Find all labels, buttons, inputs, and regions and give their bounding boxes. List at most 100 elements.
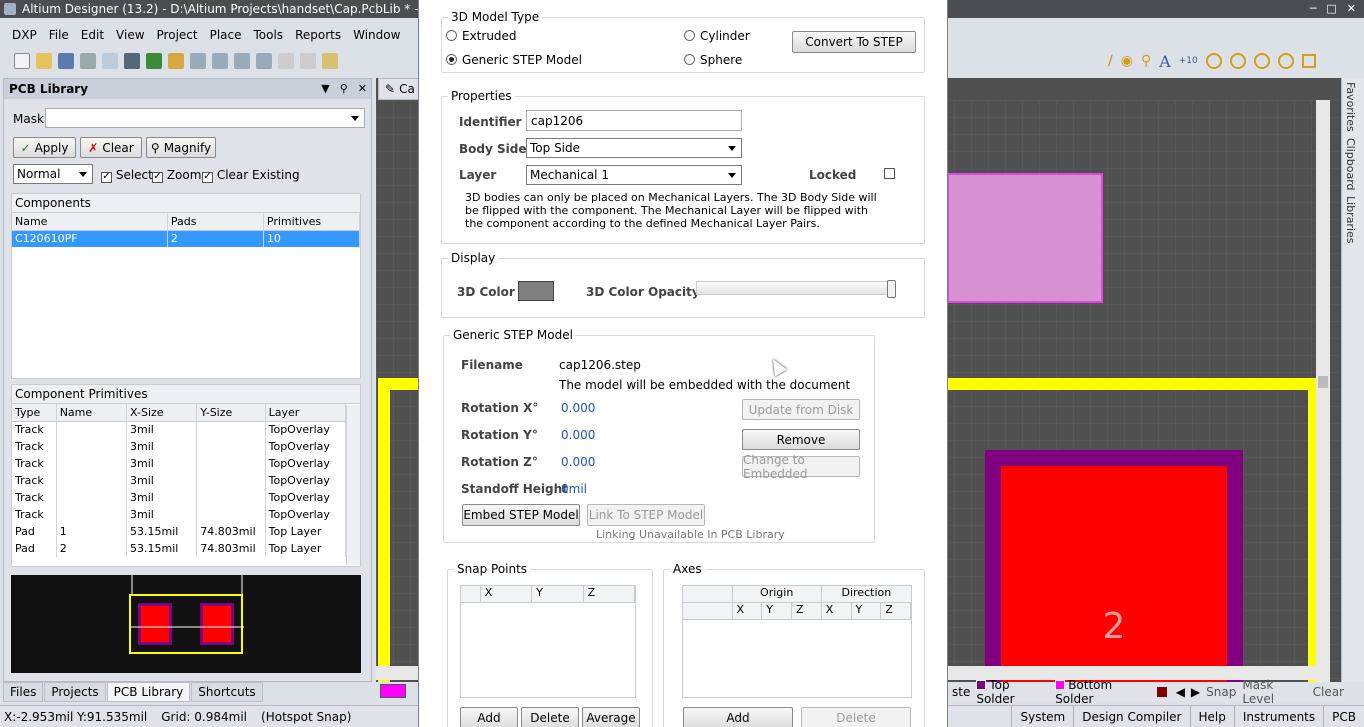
cylinder-radio[interactable]: Cylinder [684, 29, 750, 43]
extruded-radio-dot[interactable] [446, 30, 457, 41]
component-column-name[interactable]: Name [12, 213, 168, 231]
axes-add-button[interactable]: Add [683, 707, 793, 727]
scroll-left-icon[interactable]: ◀ [1176, 685, 1185, 699]
layer-tab-bottom-solder[interactable]: Bottom Solder [1055, 678, 1151, 706]
next-layer-swatch[interactable] [1157, 687, 1167, 697]
primitive-row[interactable]: Track 3mil TopOverlay [12, 472, 347, 489]
cylinder-radio-dot[interactable] [684, 30, 695, 41]
layer-tab-partial[interactable]: ste [952, 685, 970, 699]
status-tab-pcb[interactable]: PCB [1323, 706, 1364, 727]
close-icon[interactable]: ✕ [1347, 2, 1356, 15]
zoom-in-icon[interactable] [190, 53, 206, 69]
primitive-row[interactable]: Track 3mil TopOverlay [12, 489, 347, 506]
board-icon[interactable] [146, 53, 162, 69]
primitive-column-layer[interactable]: Layer [265, 404, 347, 422]
zoom-out-icon[interactable] [212, 53, 228, 69]
pad-icon[interactable]: ⚲ [1141, 53, 1151, 69]
generic-step-radio[interactable]: Generic STEP Model [446, 53, 582, 67]
primitive-column-y-size[interactable]: Y-Size [196, 404, 266, 422]
primitive-row[interactable]: Pad 2 53.15mil 74.803mil Top Layer [12, 540, 347, 557]
menu-view[interactable]: View [116, 28, 144, 42]
mask-level-button[interactable]: Mask Level [1242, 678, 1306, 706]
panel-tab-projects[interactable]: Projects [44, 682, 106, 702]
full-circle-icon[interactable] [1277, 53, 1294, 69]
favorites-tab[interactable]: Favorites [1344, 82, 1357, 132]
standoff-height-value[interactable]: 0mil [561, 482, 587, 496]
current-layer-swatch[interactable] [380, 684, 406, 698]
menu-window[interactable]: Window [353, 28, 400, 42]
layers-icon[interactable] [124, 53, 140, 69]
magnify-button[interactable]: ⚲ Magnify [146, 137, 216, 158]
primitive-row[interactable]: Track 3mil TopOverlay [12, 438, 347, 455]
arc-icon[interactable] [1205, 53, 1222, 69]
panel-menu-icon[interactable]: ▼ [321, 82, 329, 95]
opacity-slider-thumb[interactable] [887, 280, 896, 298]
3d-color-swatch[interactable] [518, 281, 554, 301]
rotation-z-value[interactable]: 0.000 [561, 455, 595, 469]
menu-dxp[interactable]: DXP [12, 28, 37, 42]
folder-icon[interactable] [168, 53, 184, 69]
component-column-primitives[interactable]: Primitives [263, 213, 361, 231]
coordinate-icon[interactable]: +10 [1179, 56, 1198, 66]
zoom-checkbox-wrap[interactable]: ✓ Zoom [152, 168, 201, 183]
primitive-row[interactable]: Track 3mil TopOverlay [12, 421, 347, 438]
convert-to-step-button[interactable]: Convert To STEP [792, 31, 916, 53]
scroll-right-icon[interactable]: ▶ [1191, 685, 1200, 699]
preview-icon[interactable] [102, 53, 118, 69]
zoom-area-icon[interactable] [256, 53, 272, 69]
identifier-input[interactable]: cap1206 [526, 110, 742, 131]
link-step-model-button[interactable]: Link To STEP Model [587, 504, 705, 526]
minimize-icon[interactable]: ─ [1310, 2, 1317, 15]
via-icon[interactable]: ◉ [1121, 53, 1133, 69]
status-tab-design-compiler[interactable]: Design Compiler [1073, 706, 1189, 727]
extruded-radio[interactable]: Extruded [446, 29, 517, 43]
menu-reports[interactable]: Reports [295, 28, 341, 42]
status-tab-help[interactable]: Help [1189, 706, 1234, 727]
panel-tab-pcb-library[interactable]: PCB Library [106, 682, 191, 702]
menu-edit[interactable]: Edit [81, 28, 104, 42]
sphere-radio[interactable]: Sphere [684, 53, 742, 67]
clear-mask-button[interactable]: Clear [1313, 685, 1344, 699]
body-side-select[interactable]: Top Side [526, 138, 742, 158]
status-tab-instruments[interactable]: Instruments [1233, 706, 1323, 727]
status-tab-system[interactable]: System [1011, 706, 1073, 727]
select-checkbox-wrap[interactable]: ✓ Select [101, 168, 153, 183]
clear-button[interactable]: ✗ Clear [80, 137, 142, 158]
filter-mode-select[interactable]: Normal [13, 164, 93, 184]
menu-tools[interactable]: Tools [254, 28, 284, 42]
libraries-tab[interactable]: Libraries [1344, 196, 1357, 244]
panel-close-icon[interactable]: ✕ [358, 82, 367, 95]
component-column-pads[interactable]: Pads [167, 213, 264, 231]
open-icon[interactable] [36, 53, 52, 69]
panel-tab-files[interactable]: Files [3, 682, 44, 702]
update-from-disk-button[interactable]: Update from Disk [742, 399, 860, 420]
menu-place[interactable]: Place [210, 28, 242, 42]
remove-button[interactable]: Remove [742, 429, 860, 450]
zoom-fit-icon[interactable] [234, 53, 250, 69]
snap-button[interactable]: Snap [1206, 685, 1236, 699]
arc-any-icon[interactable] [1253, 53, 1270, 69]
layer-select[interactable]: Mechanical 1 [526, 165, 742, 185]
locked-checkbox[interactable] [884, 168, 895, 179]
new-icon[interactable] [14, 53, 30, 69]
change-to-embedded-button[interactable]: Change to Embedded [742, 453, 860, 481]
primitive-column-x-size[interactable]: X-Size [126, 404, 198, 422]
layer-tab-top-solder[interactable]: Top Solder [976, 678, 1049, 706]
arc-edge-icon[interactable] [1229, 53, 1246, 69]
primitive-row[interactable]: Track 3mil TopOverlay [12, 506, 347, 523]
mask-input[interactable] [45, 108, 365, 128]
select-checkbox[interactable]: ✓ [101, 171, 112, 183]
save-icon[interactable] [58, 53, 74, 69]
clipboard-tab[interactable]: Clipboard [1344, 138, 1357, 191]
snap-average-button[interactable]: Average [582, 707, 640, 727]
primitive-row[interactable]: Track 3mil TopOverlay [12, 455, 347, 472]
primitives-scrollbar[interactable] [346, 405, 360, 565]
primitive-column-name[interactable]: Name [56, 404, 128, 422]
maximize-icon[interactable]: □ [1326, 2, 1336, 15]
canvas-vscroll-thumb[interactable] [1318, 376, 1328, 388]
embed-step-model-button[interactable]: Embed STEP Model [462, 504, 580, 526]
panel-tab-shortcuts[interactable]: Shortcuts [191, 682, 263, 702]
copy-icon[interactable] [300, 53, 316, 69]
clear-existing-checkbox-wrap[interactable]: ✓ Clear Existing [202, 168, 300, 183]
generic-step-radio-dot[interactable] [446, 54, 457, 65]
